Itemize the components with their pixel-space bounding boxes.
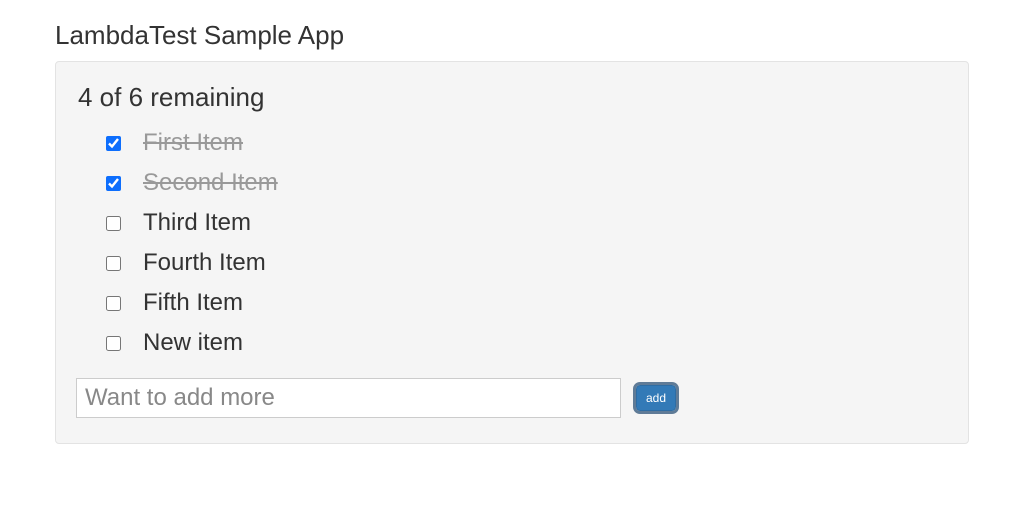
todo-checkbox[interactable] xyxy=(106,296,121,311)
todo-label: New item xyxy=(143,329,243,357)
list-item: Third Item xyxy=(76,203,948,243)
add-row: add xyxy=(76,378,948,418)
todo-checkbox[interactable] xyxy=(106,216,121,231)
add-button[interactable]: add xyxy=(636,385,676,411)
app-title: LambdaTest Sample App xyxy=(55,20,969,51)
todo-label: Fourth Item xyxy=(143,249,266,277)
todo-panel: 4 of 6 remaining First Item Second Item … xyxy=(55,61,969,444)
list-item: New item xyxy=(76,323,948,363)
todo-list: First Item Second Item Third Item Fourth… xyxy=(76,123,948,363)
todo-label: First Item xyxy=(143,129,243,157)
todo-checkbox[interactable] xyxy=(106,256,121,271)
remaining-count: 4 of 6 remaining xyxy=(76,82,948,113)
add-input[interactable] xyxy=(76,378,621,418)
list-item: Fourth Item xyxy=(76,243,948,283)
todo-label: Fifth Item xyxy=(143,289,243,317)
list-item: Second Item xyxy=(76,163,948,203)
list-item: First Item xyxy=(76,123,948,163)
todo-checkbox[interactable] xyxy=(106,176,121,191)
todo-label: Second Item xyxy=(143,169,278,197)
list-item: Fifth Item xyxy=(76,283,948,323)
todo-checkbox[interactable] xyxy=(106,136,121,151)
todo-checkbox[interactable] xyxy=(106,336,121,351)
todo-label: Third Item xyxy=(143,209,251,237)
